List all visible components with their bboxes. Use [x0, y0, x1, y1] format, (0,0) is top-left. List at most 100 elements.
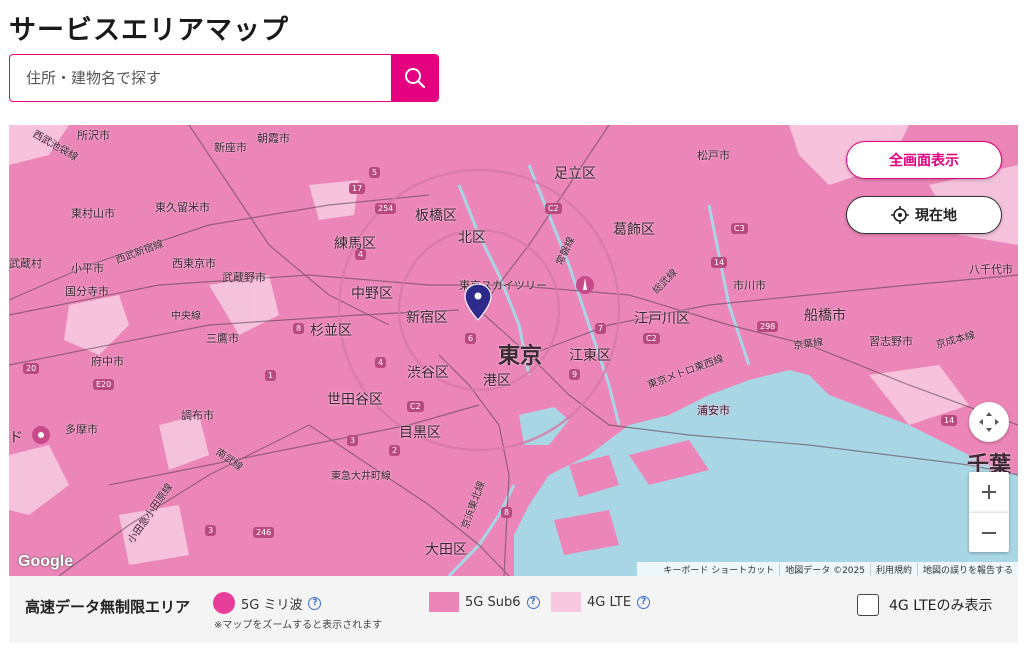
map-label-chuo-line: 中央線 — [171, 311, 201, 322]
map-label-oimachi-line: 東急大井町線 — [331, 471, 391, 482]
map-label-suginami: 杉並区 — [310, 323, 352, 339]
road-badge: 2 — [389, 445, 401, 456]
road-badge: 1 — [265, 370, 277, 381]
map-label-shinjuku: 新宿区 — [406, 310, 448, 326]
zoom-in-button[interactable] — [969, 472, 1009, 512]
search-box — [9, 54, 439, 102]
road-badge: 4 — [375, 357, 387, 368]
pan-arrows-icon — [979, 412, 999, 432]
map-attribution: キーボード ショートカット 地図データ ©2025 利用規約 地図の誤りを報告す… — [637, 562, 1018, 576]
map-label-chofu: 調布市 — [181, 409, 214, 422]
map-label-musashino: 武蔵野市 — [222, 271, 266, 284]
road-badge: 8 — [293, 323, 305, 334]
map-label-setagaya: 世田谷区 — [327, 392, 383, 408]
road-badge: 5 — [369, 167, 381, 178]
road-badge: 298 — [757, 321, 779, 332]
report-error-link[interactable]: 地図の誤りを報告する — [916, 562, 1018, 576]
search-input[interactable] — [10, 55, 391, 101]
road-badge: 6 — [465, 333, 477, 344]
map-label-kita: 北区 — [458, 230, 486, 246]
map-label-tokorozawa: 所沢市 — [77, 129, 110, 142]
help-icon[interactable]: ? — [637, 595, 651, 609]
zoom-out-button[interactable] — [969, 512, 1009, 552]
map-label-matsudo: 松戸市 — [697, 149, 730, 162]
legend-item-sub6: 5G Sub6 ? — [429, 592, 540, 612]
keyboard-shortcuts-link[interactable]: キーボード ショートカット — [658, 563, 779, 576]
map-label-minato: 港区 — [483, 373, 511, 389]
map-data-text: 地図データ ©2025 — [779, 562, 870, 576]
map-label-tokyo: 東京 — [498, 344, 543, 369]
road-badge: 14 — [941, 415, 958, 426]
map-label-edge-do: ド — [9, 430, 23, 446]
map-label-tama: 多摩市 — [65, 423, 98, 436]
map-label-niiza: 新座市 — [214, 141, 247, 154]
legend-swatch-sub6 — [429, 592, 459, 612]
road-badge: 3 — [205, 525, 217, 536]
map-label-nishitokyo: 西東京市 — [172, 257, 216, 270]
legend-swatch-lte — [551, 592, 581, 612]
map-label-meguro: 目黒区 — [399, 425, 441, 441]
map-label-higashikurume: 東久留米市 — [155, 201, 210, 214]
legend-swatch-mmwave — [213, 592, 235, 614]
road-badge: 7 — [595, 323, 607, 334]
map-label-mitaka: 三鷹市 — [206, 332, 239, 345]
search-button[interactable] — [391, 55, 438, 101]
fullscreen-button[interactable]: 全画面表示 — [846, 141, 1002, 179]
fullscreen-label: 全画面表示 — [889, 153, 959, 169]
legend-bar: 高速データ無制限エリア 5G ミリ波 ? ※マップをズームすると表示されます 5… — [9, 576, 1018, 643]
skytree-icon — [576, 276, 594, 294]
landmark-icon — [32, 426, 50, 444]
map-label-funabashi: 船橋市 — [804, 308, 846, 324]
road-badge: 20 — [23, 363, 40, 374]
legend-item-mmwave: 5G ミリ波 ? — [213, 592, 322, 614]
lte-only-label: 4G LTEのみ表示 — [889, 598, 993, 614]
map-label-asaka: 朝霞市 — [257, 132, 290, 145]
map-label-kodaira: 小平市 — [71, 262, 104, 275]
road-badge: 8 — [501, 507, 513, 518]
map-label-ota: 大田区 — [425, 542, 467, 558]
location-pin-icon[interactable] — [464, 283, 492, 321]
crosshair-icon — [891, 206, 909, 224]
road-badge: 4 — [355, 249, 367, 260]
road-badge: 246 — [253, 527, 275, 538]
terms-link[interactable]: 利用規約 — [869, 562, 917, 576]
help-icon[interactable]: ? — [526, 595, 540, 609]
road-badge: C3 — [731, 223, 748, 234]
map-label-yachiyo: 八千代市 — [969, 263, 1013, 276]
map-label-urayasu: 浦安市 — [697, 404, 730, 417]
map-label-nakano: 中野区 — [351, 286, 393, 302]
lte-only-toggle[interactable]: 4G LTEのみ表示 — [857, 594, 992, 616]
legend-note: ※マップをズームすると表示されます — [214, 620, 383, 631]
legend-label-sub6: 5G Sub6 — [465, 594, 521, 610]
map-label-kokubunji: 国分寺市 — [65, 285, 109, 298]
road-badge: 17 — [349, 183, 366, 194]
minus-icon — [982, 531, 996, 534]
current-location-button[interactable]: 現在地 — [846, 196, 1002, 234]
road-badge: C2 — [407, 401, 424, 412]
lte-only-checkbox[interactable] — [857, 594, 879, 616]
map-label-ichikawa: 市川市 — [733, 279, 766, 292]
map-label-narashino: 習志野市 — [869, 335, 913, 348]
map-label-edge-musashimurayama: 武蔵村 — [9, 257, 42, 270]
road-badge: E20 — [93, 379, 115, 390]
search-icon — [404, 68, 425, 89]
page-title: サービスエリアマップ — [9, 15, 289, 46]
map-label-itabashi: 板橋区 — [415, 208, 457, 224]
pan-control[interactable] — [969, 402, 1009, 442]
road-badge: 14 — [711, 257, 728, 268]
google-logo: Google — [18, 553, 74, 570]
map-label-higashimurayama: 東村山市 — [71, 207, 115, 220]
legend-item-lte: 4G LTE ? — [551, 592, 651, 612]
plus-icon — [982, 485, 996, 499]
current-location-label: 現在地 — [915, 208, 957, 224]
road-badge: 254 — [375, 203, 397, 214]
map-label-katsushika: 葛飾区 — [613, 222, 655, 238]
map-label-adachi: 足立区 — [554, 166, 596, 182]
road-badge: C2 — [545, 203, 562, 214]
map-label-koto: 江東区 — [569, 348, 611, 364]
road-badge: 3 — [347, 435, 359, 446]
service-area-map[interactable]: 足立区 板橋区 葛飾区 北区 練馬区 中野区 新宿区 江戸川区 杉並区 江東区 … — [9, 125, 1018, 576]
road-badge: C2 — [643, 333, 660, 344]
legend-label-mmwave: 5G ミリ波 — [241, 597, 303, 613]
help-icon[interactable]: ? — [308, 596, 322, 610]
